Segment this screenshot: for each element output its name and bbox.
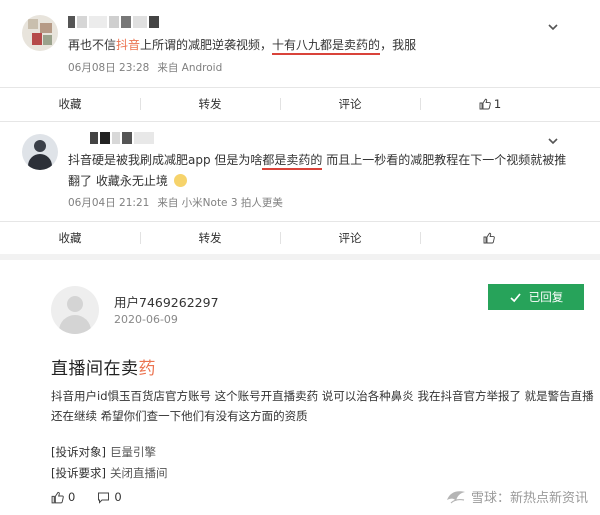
divider [0,221,600,222]
comment-button[interactable]: 评论 [280,89,420,119]
post-text: 再也不信抖音上所谓的减肥逆袭视频，十有八九都是卖药的，我服 [68,34,416,56]
thumbs-up-icon [51,491,64,503]
emoji-icon [173,174,187,187]
xueqiu-watermark: 雪球：新热点新资讯 [445,487,588,506]
weibo-post-1: 再也不信抖音上所谓的减肥逆袭视频，十有八九都是卖药的，我服 06月08日 23:… [0,0,600,121]
post-date[interactable]: 06月08日 23:28 [68,62,149,74]
username-blurred[interactable] [90,132,156,144]
forward-button[interactable]: 转发 [140,223,280,253]
collect-button[interactable]: 收藏 [0,223,140,253]
post-date[interactable]: 06月04日 21:21 [68,197,149,209]
snowball-logo-icon [446,490,465,503]
complaint-body: 抖音用户id惧玉百货店官方账号 这个账号开直播卖药 说可以治各种鼻炎 我在抖音官… [51,389,594,423]
comment-icon [98,492,110,504]
like-button[interactable]: 1 [420,89,560,119]
like-button[interactable]: 0 [51,490,75,504]
divider [0,87,600,88]
post-meta: 06月04日 21:21 来自 小米Note 3 拍人更美 [68,195,291,210]
comment-button[interactable]: 0 [97,490,122,504]
action-bar: 收藏 转发 评论 1 [0,89,560,119]
check-icon [510,292,521,302]
thumbs-up-icon [479,98,491,110]
collect-button[interactable]: 收藏 [0,89,140,119]
complaint-card: 用户7469262297 2020-06-09 已回复 直播间在卖药 抖音用户i… [0,260,600,515]
underlined-phrase: 十有八九都是卖药的 [272,38,381,55]
avatar[interactable] [51,286,99,334]
complaint-title: 直播间在卖药 [51,359,156,379]
post-text-line-2: 翻了 收藏永无止境 [68,170,187,192]
post-source: 来自 Android [157,62,223,74]
action-bar: 收藏 转发 评论 [0,223,560,253]
hashtag-link[interactable]: 抖音 [116,38,140,52]
like-button[interactable] [420,223,560,253]
post-meta: 06月08日 23:28 来自 Android [68,60,230,75]
complaint-username[interactable]: 用户7469262297 [114,292,219,311]
complaint-footer: 0 0 [51,490,144,504]
complaint-request: [投诉要求] 关闭直播间 [51,466,168,480]
avatar[interactable] [22,134,58,170]
chevron-down-icon[interactable] [546,20,560,34]
complaint-target: [投诉对象] 巨量引擎 [51,445,156,459]
chevron-down-icon[interactable] [546,134,560,148]
post-text-line-1: 抖音硬是被我刷成减肥app 但是为啥都是卖药的 而且上一秒看的减肥教程在下一个视… [68,149,566,171]
avatar[interactable] [22,15,58,51]
post-source: 来自 小米Note 3 拍人更美 [157,197,283,209]
underlined-phrase: 都是卖药的 [262,153,323,170]
thumbs-up-icon [483,232,495,244]
username-blurred[interactable] [68,16,161,28]
comment-button[interactable]: 评论 [280,223,420,253]
complaint-date: 2020-06-09 [114,313,178,326]
forward-button[interactable]: 转发 [140,89,280,119]
replied-status-badge: 已回复 [488,284,584,310]
weibo-post-2: 抖音硬是被我刷成减肥app 但是为啥都是卖药的 而且上一秒看的减肥教程在下一个视… [0,122,600,254]
